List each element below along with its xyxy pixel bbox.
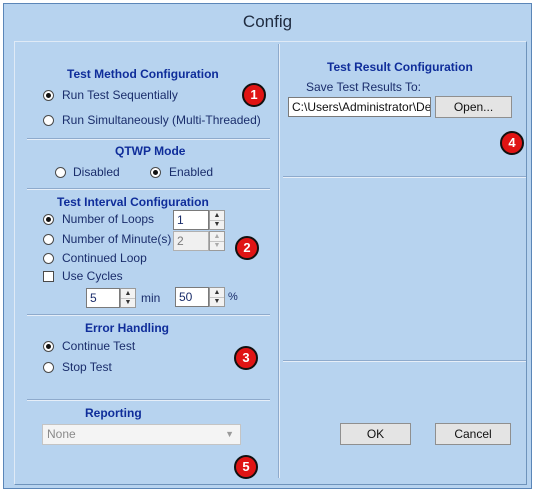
loops-spinner[interactable]: ▲ ▼ [209, 210, 225, 230]
reporting-select[interactable]: None ▼ [42, 424, 241, 445]
cancel-button[interactable]: Cancel [435, 423, 511, 445]
qtwp-disabled-radio[interactable] [55, 167, 66, 178]
annotation-1-badge: 1 [242, 83, 266, 107]
annotation-5-badge: 5 [234, 455, 258, 479]
window-title: Config [4, 4, 531, 40]
open-button[interactable]: Open... [435, 96, 512, 118]
section-divider [27, 399, 270, 401]
config-panel: Test Method Configuration Run Test Seque… [14, 41, 527, 485]
cycle-percent-spinner[interactable]: ▲ ▼ [209, 287, 225, 307]
test-interval-header: Test Interval Configuration [57, 195, 209, 209]
run-simultaneously-radio[interactable] [43, 115, 54, 126]
qtwp-header: QTWP Mode [115, 144, 186, 158]
minutes-spinner: ▲ ▼ [209, 231, 225, 251]
number-of-minutes-radio[interactable] [43, 234, 54, 245]
spin-down-icon[interactable]: ▼ [121, 298, 135, 307]
qtwp-enabled-label[interactable]: Enabled [169, 165, 213, 179]
chevron-down-icon[interactable]: ▼ [225, 425, 234, 444]
test-method-header: Test Method Configuration [67, 67, 219, 81]
cycle-minutes-unit: min [141, 291, 161, 305]
annotation-4-badge: 4 [500, 131, 524, 155]
ok-button[interactable]: OK [340, 423, 411, 445]
results-path-input[interactable]: C:\Users\Administrator\Des [288, 97, 431, 117]
cycle-percent-unit: % [228, 291, 238, 303]
number-of-minutes-label[interactable]: Number of Minute(s) [62, 232, 171, 246]
column-divider [278, 44, 280, 478]
minutes-input: 2 [173, 231, 209, 251]
config-window: Config Test Method Configuration Run Tes… [3, 3, 532, 489]
spin-down-icon[interactable]: ▼ [210, 220, 224, 229]
number-of-loops-radio[interactable] [43, 214, 54, 225]
section-divider [27, 314, 270, 316]
continued-loop-label[interactable]: Continued Loop [62, 251, 147, 265]
stop-test-radio[interactable] [43, 362, 54, 373]
section-divider [27, 138, 270, 140]
section-divider [283, 360, 526, 362]
section-divider [283, 176, 526, 178]
number-of-loops-label[interactable]: Number of Loops [62, 212, 154, 226]
qtwp-enabled-radio[interactable] [150, 167, 161, 178]
run-sequentially-label[interactable]: Run Test Sequentially [62, 88, 178, 102]
annotation-2-badge: 2 [235, 236, 259, 260]
qtwp-disabled-label[interactable]: Disabled [73, 165, 120, 179]
reporting-selected-value: None [47, 427, 76, 441]
run-simultaneously-label[interactable]: Run Simultaneously (Multi-Threaded) [62, 113, 261, 127]
test-result-header: Test Result Configuration [327, 60, 473, 74]
save-results-label: Save Test Results To: [306, 80, 421, 94]
cycle-percent-input[interactable]: 50 [175, 287, 209, 307]
section-divider [27, 188, 270, 190]
spin-down-icon: ▼ [213, 242, 221, 249]
error-handling-header: Error Handling [85, 321, 170, 335]
cycle-minutes-input[interactable]: 5 [86, 288, 120, 308]
use-cycles-label[interactable]: Use Cycles [62, 269, 123, 283]
use-cycles-checkbox[interactable] [43, 271, 54, 282]
run-sequentially-radio[interactable] [43, 90, 54, 101]
loops-input[interactable]: 1 [173, 210, 209, 230]
continue-test-label[interactable]: Continue Test [62, 339, 135, 353]
continue-test-radio[interactable] [43, 341, 54, 352]
annotation-3-badge: 3 [234, 346, 258, 370]
spin-down-icon[interactable]: ▼ [210, 297, 224, 306]
reporting-header: Reporting [85, 406, 142, 420]
cycle-minutes-spinner[interactable]: ▲ ▼ [120, 288, 136, 308]
stop-test-label[interactable]: Stop Test [62, 360, 112, 374]
continued-loop-radio[interactable] [43, 253, 54, 264]
